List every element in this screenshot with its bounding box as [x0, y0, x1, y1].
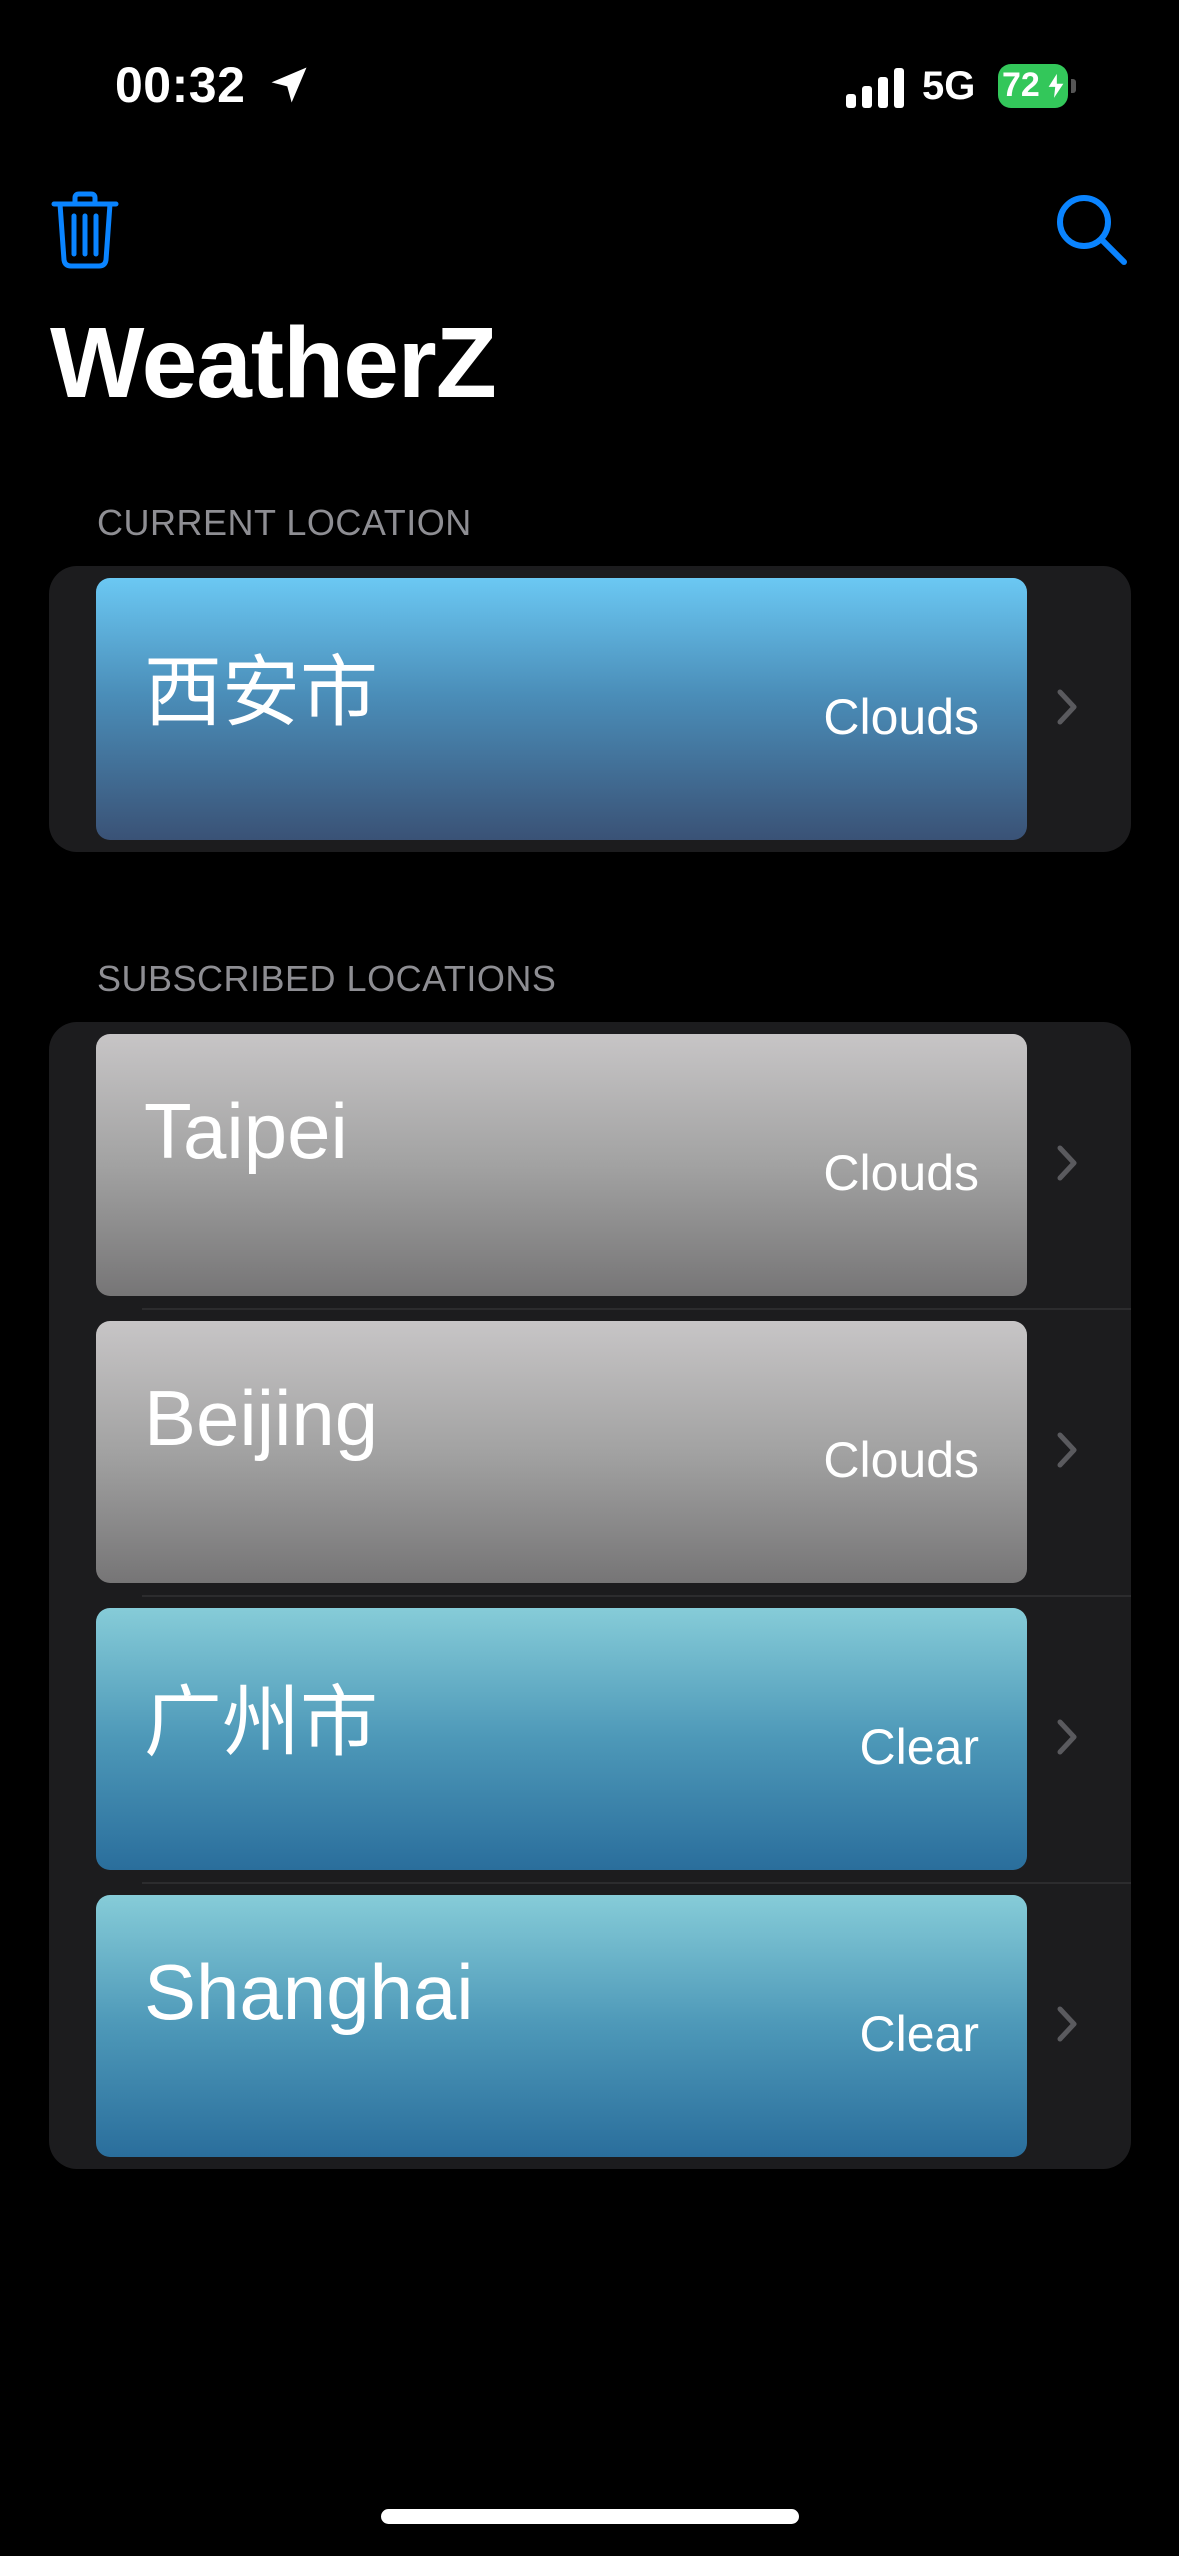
location-arrow-icon [271, 67, 307, 103]
subscribed-locations-group: Taipei Clouds Beijing Clouds 广州市 Clear S… [49, 1022, 1131, 2169]
cellular-signal-icon [846, 68, 904, 108]
location-row-current[interactable]: 西安市 Clouds [49, 566, 1131, 853]
weather-condition: Clear [859, 1719, 979, 1775]
weather-card: Shanghai Clear [96, 1895, 1027, 2157]
battery-icon: 72 [998, 64, 1078, 110]
network-type: 5G [922, 64, 976, 108]
location-row-taipei[interactable]: Taipei Clouds [49, 1022, 1131, 1309]
weather-card: 广州市 Clear [96, 1608, 1027, 1870]
location-name: 广州市 [144, 1678, 379, 1766]
chevron-right-icon [1057, 1145, 1077, 1181]
weather-condition: Clouds [823, 689, 979, 745]
location-row-shanghai[interactable]: Shanghai Clear [49, 1883, 1131, 2170]
page-title: WeatherZ [50, 307, 497, 419]
status-time: 00:32 [115, 57, 246, 113]
weather-card: Taipei Clouds [96, 1034, 1027, 1296]
location-name: Taipei [144, 1087, 348, 1175]
magnifying-glass-icon [1057, 195, 1127, 265]
home-indicator[interactable] [381, 2509, 799, 2524]
location-name: Beijing [144, 1374, 379, 1462]
search-button[interactable] [1054, 192, 1130, 268]
delete-button[interactable] [50, 190, 120, 270]
location-name: 西安市 [144, 648, 379, 736]
battery-level: 72 [1002, 66, 1040, 104]
current-location-group: 西安市 Clouds [49, 566, 1131, 852]
charging-bolt-icon [1047, 72, 1065, 100]
weather-card: 西安市 Clouds [96, 578, 1027, 840]
location-name: Shanghai [144, 1948, 474, 2036]
weather-condition: Clear [859, 2006, 979, 2062]
section-header-current: CURRENT LOCATION [97, 502, 472, 543]
status-bar: 00:32 5G 72 [0, 0, 1179, 150]
weather-card: Beijing Clouds [96, 1321, 1027, 1583]
location-row-beijing[interactable]: Beijing Clouds [49, 1309, 1131, 1596]
chevron-right-icon [1057, 689, 1077, 725]
chevron-right-icon [1057, 2006, 1077, 2042]
section-header-subscribed: SUBSCRIBED LOCATIONS [97, 958, 557, 999]
chevron-right-icon [1057, 1719, 1077, 1755]
location-row-guangzhou[interactable]: 广州市 Clear [49, 1596, 1131, 1883]
weather-condition: Clouds [823, 1145, 979, 1201]
chevron-right-icon [1057, 1432, 1077, 1468]
weather-condition: Clouds [823, 1432, 979, 1488]
trash-icon [51, 191, 119, 269]
